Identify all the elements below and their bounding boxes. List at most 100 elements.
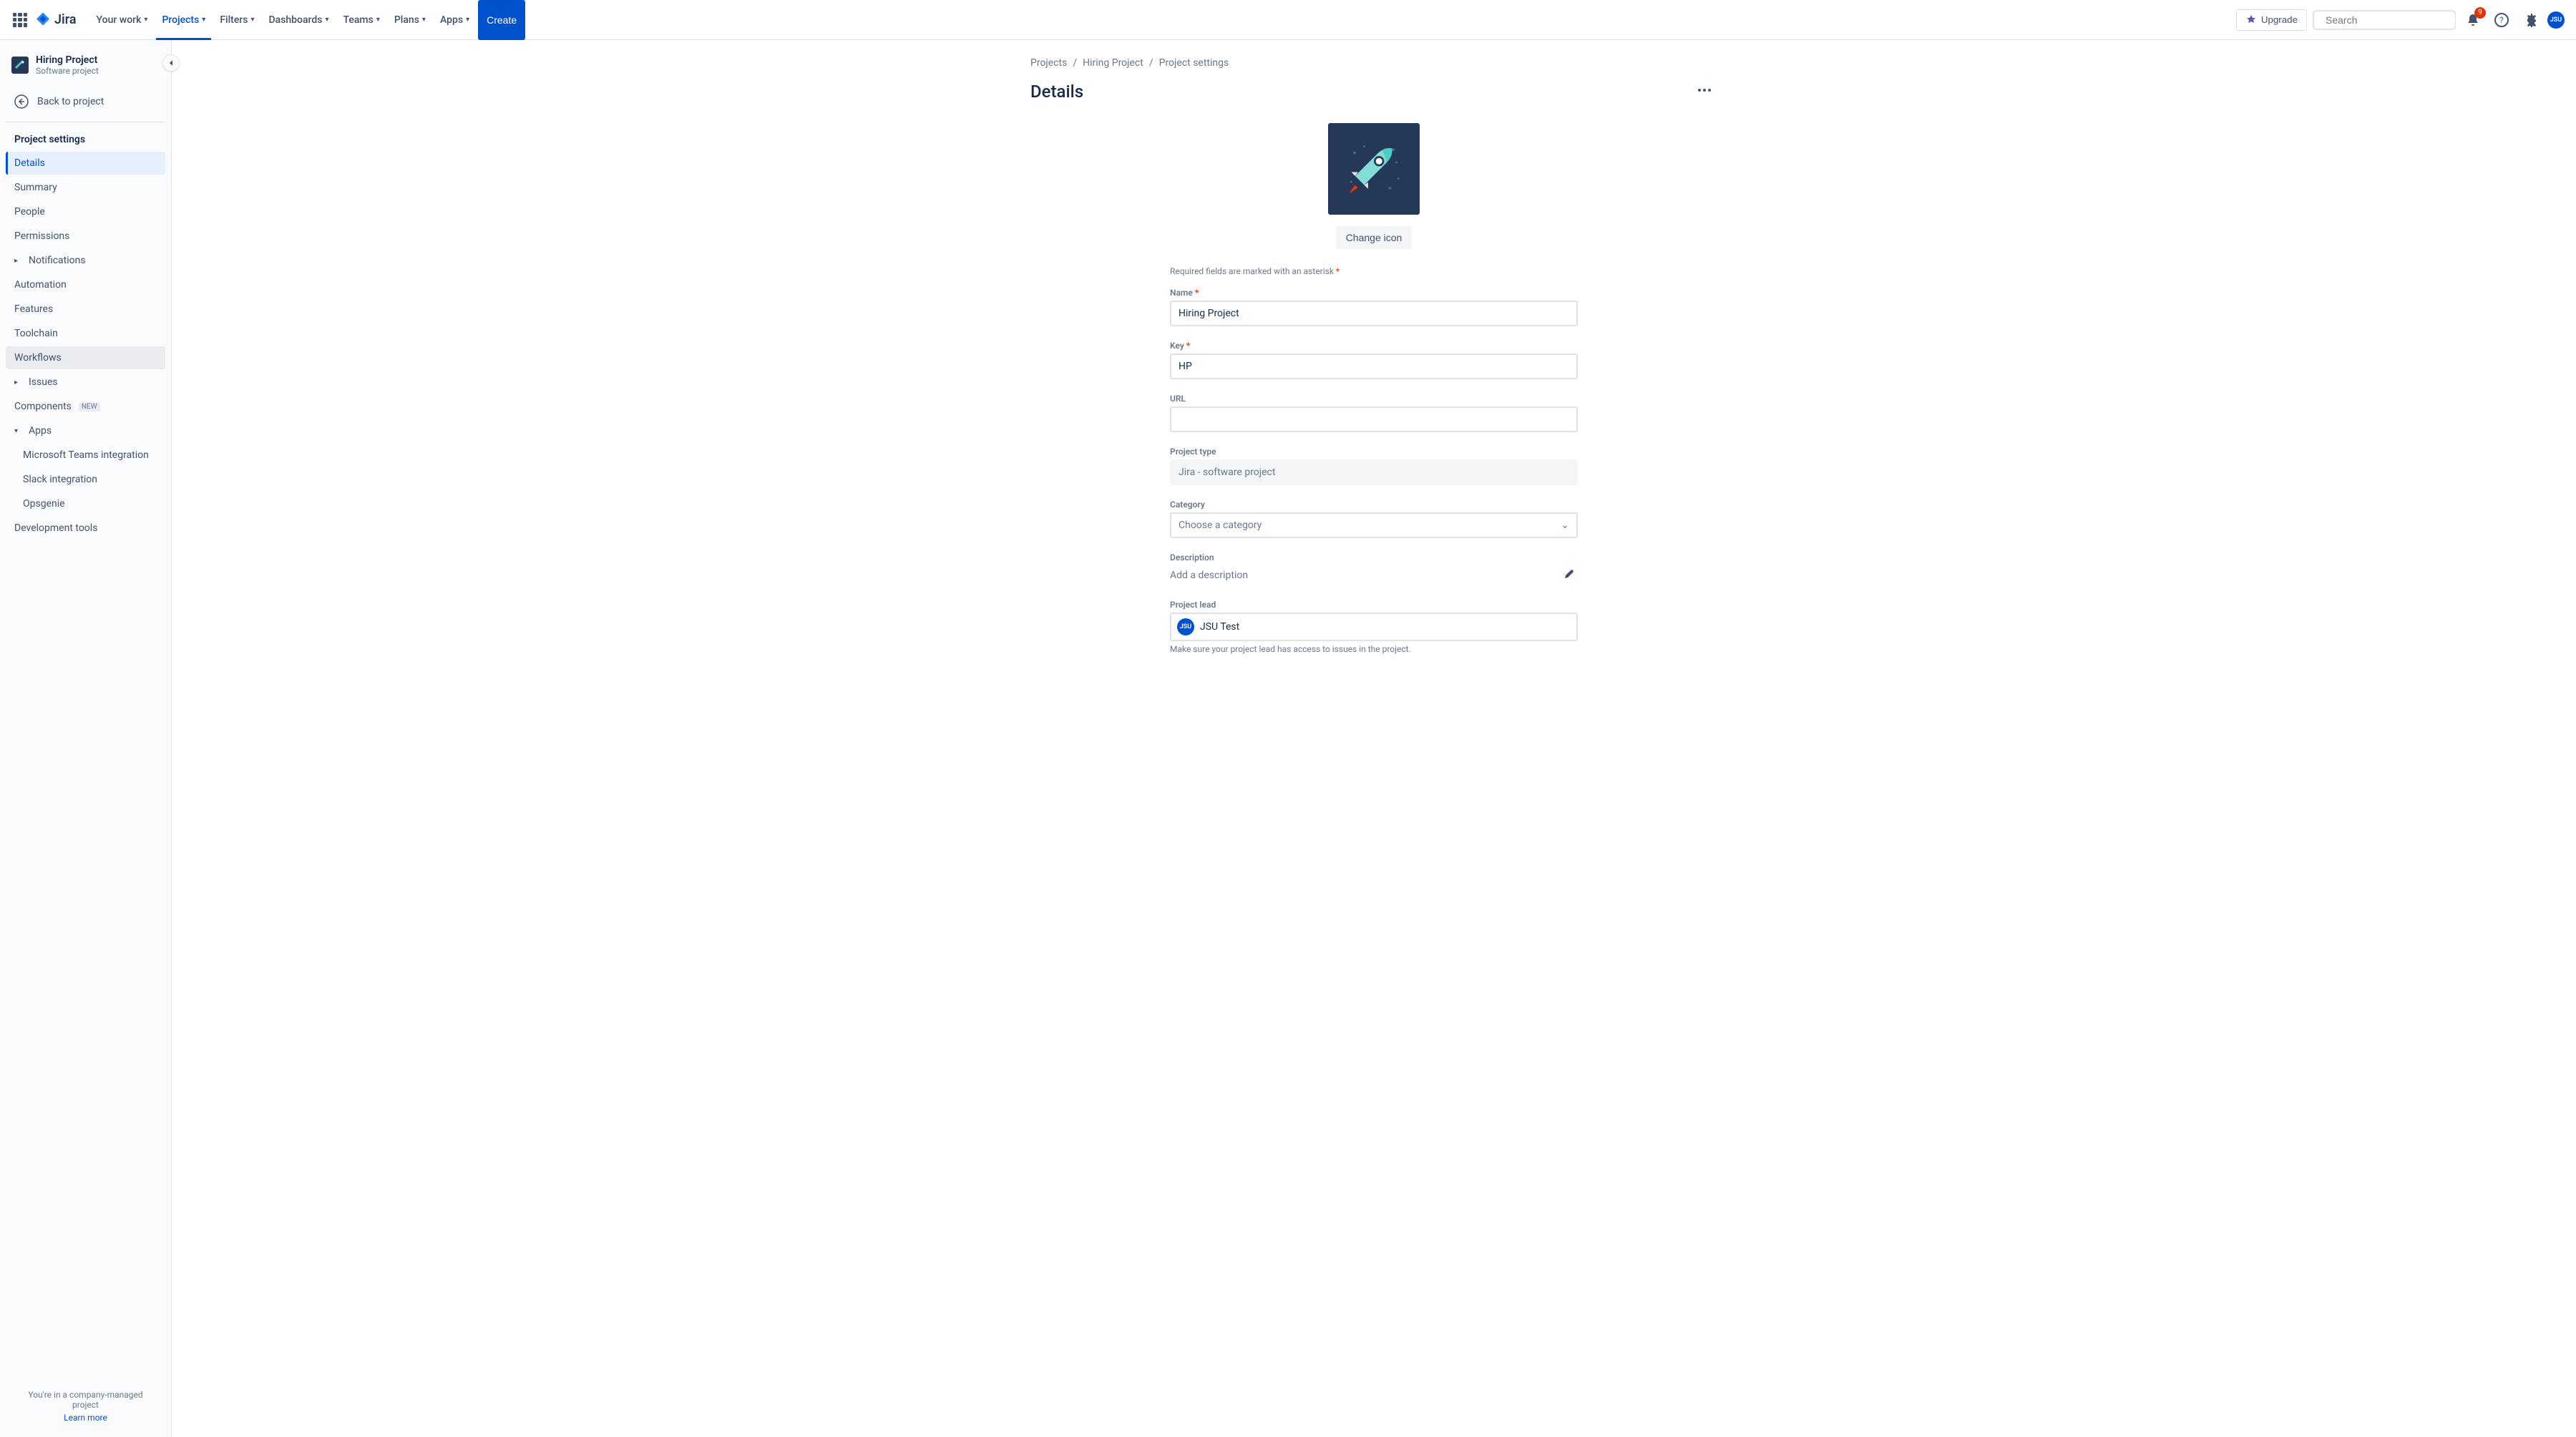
nav-projects[interactable]: Projects▾ [156, 0, 211, 40]
project-type-label: Project type [1170, 447, 1578, 457]
more-actions-button[interactable] [1692, 77, 1717, 106]
sidebar-item-slack-integration[interactable]: Slack integration [6, 468, 165, 491]
description-label: Description [1170, 552, 1578, 562]
nav-dashboards[interactable]: Dashboards▾ [263, 0, 335, 40]
sidebar-footer: You're in a company-managed project Lear… [6, 1381, 165, 1431]
chevron-down-icon: ▾ [325, 16, 328, 24]
settings-button[interactable] [2519, 9, 2542, 31]
sidebar-item-permissions[interactable]: Permissions [6, 225, 165, 248]
sidebar-item-features[interactable]: Features [6, 298, 165, 321]
chevron-down-icon: ▾ [202, 16, 205, 24]
sidebar-item-apps[interactable]: ▾Apps [6, 419, 165, 442]
help-button[interactable]: ? [2490, 9, 2513, 31]
chevron-down-icon: ▾ [144, 16, 147, 24]
edit-description-button[interactable] [1561, 565, 1578, 585]
chevron-down-icon: ▾ [376, 16, 380, 24]
sidebar-item-summary[interactable]: Summary [6, 176, 165, 199]
url-label: URL [1170, 394, 1578, 404]
upgrade-button[interactable]: Upgrade [2236, 9, 2307, 31]
help-icon: ? [2494, 13, 2509, 27]
sidebar-item-toolchain[interactable]: Toolchain [6, 322, 165, 345]
search-input[interactable] [2326, 14, 2455, 26]
breadcrumb: Projects / Hiring Project / Project sett… [1030, 57, 1717, 69]
change-icon-button[interactable]: Change icon [1336, 226, 1413, 249]
breadcrumb-project[interactable]: Hiring Project [1083, 57, 1143, 69]
chevron-right-icon: ▸ [14, 257, 21, 265]
sidebar-item-dev-tools[interactable]: Development tools [6, 517, 165, 540]
form-group-lead: Project lead JSU JSU Test Make sure your… [1170, 600, 1578, 654]
back-icon [14, 94, 29, 109]
nav-your-work[interactable]: Your work▾ [91, 0, 154, 40]
lead-name: JSU Test [1200, 621, 1239, 633]
sidebar: Hiring Project Software project Back to … [0, 40, 172, 1437]
nav-items: Your work▾ Projects▾ Filters▾ Dashboards… [91, 0, 2230, 40]
sidebar-item-teams-integration[interactable]: Microsoft Teams integration [6, 444, 165, 467]
lead-help-text: Make sure your project lead has access t… [1170, 644, 1578, 654]
app-switcher-icon[interactable] [11, 11, 29, 29]
layout: Hiring Project Software project Back to … [0, 40, 2576, 1437]
sidebar-item-issues[interactable]: ▸Issues [6, 371, 165, 394]
form-group-key: Key * [1170, 341, 1578, 379]
chevron-down-icon: ▾ [250, 16, 254, 24]
sidebar-item-details[interactable]: Details [6, 152, 165, 175]
form-group-project-type: Project type [1170, 447, 1578, 485]
sidebar-item-components[interactable]: Components NEW [6, 395, 165, 418]
search-box[interactable] [2313, 10, 2456, 30]
svg-text:?: ? [2499, 15, 2504, 25]
notification-badge: 9 [2474, 7, 2486, 19]
category-label: Category [1170, 500, 1578, 510]
chevron-down-icon: ▾ [466, 16, 469, 24]
upgrade-icon [2245, 14, 2257, 26]
lead-label: Project lead [1170, 600, 1578, 610]
collapse-sidebar-button[interactable] [162, 54, 180, 72]
key-input[interactable] [1170, 354, 1578, 379]
form-container: Change icon Required fields are marked w… [1170, 123, 1578, 654]
jira-icon [34, 11, 52, 29]
create-button[interactable]: Create [478, 0, 525, 40]
chevron-right-icon: ▸ [14, 379, 21, 386]
chevron-down-icon: ▾ [14, 427, 21, 435]
sidebar-item-opsgenie[interactable]: Opsgenie [6, 492, 165, 515]
sidebar-item-automation[interactable]: Automation [6, 273, 165, 296]
nav-apps[interactable]: Apps▾ [434, 0, 475, 40]
sidebar-item-people[interactable]: People [6, 200, 165, 223]
chevron-down-icon: ⌄ [1561, 520, 1569, 531]
project-name: Hiring Project [36, 54, 99, 66]
main: Projects / Hiring Project / Project sett… [172, 40, 2576, 1437]
nav-plans[interactable]: Plans▾ [389, 0, 431, 40]
nav-teams[interactable]: Teams▾ [338, 0, 386, 40]
form-group-description: Description Add a description [1170, 552, 1578, 585]
sidebar-item-workflows[interactable]: Workflows [6, 346, 165, 369]
chevron-down-icon: ▾ [422, 16, 426, 24]
header: Jira Your work▾ Projects▾ Filters▾ Dashb… [0, 0, 2576, 40]
project-type: Software project [36, 66, 99, 76]
chevron-left-icon [167, 59, 175, 67]
rocket-icon [1342, 137, 1406, 201]
lead-select[interactable]: JSU JSU Test [1170, 613, 1578, 641]
name-input[interactable] [1170, 301, 1578, 326]
learn-more-link[interactable]: Learn more [14, 1413, 157, 1423]
project-header[interactable]: Hiring Project Software project [6, 54, 165, 87]
notifications-button[interactable]: 9 [2462, 9, 2484, 31]
category-select[interactable]: Choose a category ⌄ [1170, 512, 1578, 538]
icon-section: Change icon [1170, 123, 1578, 249]
url-input[interactable] [1170, 406, 1578, 432]
form-group-name: Name * [1170, 288, 1578, 326]
page-header: Details [1030, 77, 1717, 106]
new-badge: NEW [79, 402, 100, 411]
back-to-project[interactable]: Back to project [6, 87, 165, 116]
name-label: Name * [1170, 288, 1578, 298]
gear-icon [2523, 13, 2537, 27]
user-avatar[interactable]: JSU [2547, 11, 2565, 29]
jira-logo[interactable]: Jira [34, 11, 77, 29]
content: Projects / Hiring Project / Project sett… [1030, 57, 1717, 1420]
sidebar-item-notifications[interactable]: ▸Notifications [6, 249, 165, 272]
breadcrumb-settings[interactable]: Project settings [1159, 57, 1229, 69]
jira-logo-text: Jira [54, 12, 77, 27]
project-icon [11, 57, 29, 74]
nav-filters[interactable]: Filters▾ [214, 0, 260, 40]
description-placeholder[interactable]: Add a description [1170, 567, 1248, 584]
breadcrumb-projects[interactable]: Projects [1030, 57, 1067, 69]
lead-avatar: JSU [1177, 618, 1194, 635]
project-type-input [1170, 459, 1578, 485]
